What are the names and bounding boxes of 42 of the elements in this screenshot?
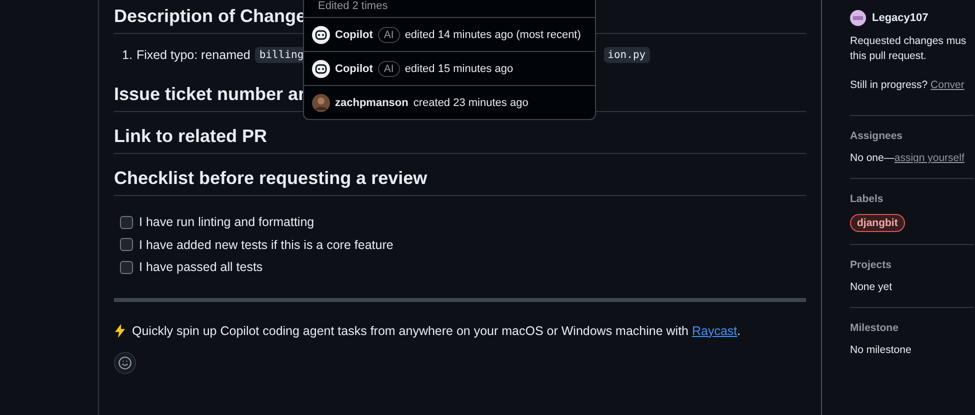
edit-time: edited 15 minutes ago	[404, 62, 514, 74]
author-name: zachpmanson	[335, 96, 408, 108]
review-note: this pull request.	[850, 49, 928, 64]
edit-time: created 23 minutes ago	[413, 96, 528, 108]
checklist-label: I have run linting and formatting	[139, 215, 314, 230]
ai-badge: AI	[378, 26, 400, 42]
checkbox[interactable]	[120, 216, 133, 229]
smiley-icon	[118, 356, 132, 370]
section-title: Assignees	[850, 130, 904, 142]
checklist-label: I have passed all tests	[139, 260, 263, 274]
list-text: Fixed typo: renamed	[136, 48, 250, 62]
reviewer-avatar	[850, 10, 866, 26]
robot-icon	[312, 60, 330, 78]
section-title: Projects	[850, 259, 892, 271]
label-tag[interactable]: djangbit	[850, 214, 905, 232]
robot-icon	[312, 26, 330, 44]
history-entry[interactable]: zachpmanson created 23 minutes ago	[304, 85, 595, 119]
checkbox[interactable]	[120, 238, 133, 252]
inline-code: ion.py	[604, 47, 650, 63]
assignee-value: No one—	[850, 152, 894, 164]
assign-link[interactable]: assign yourself	[894, 152, 964, 164]
section-value: None yet	[850, 280, 894, 295]
ai-badge: AI	[378, 60, 400, 76]
section-value: No milestone	[850, 343, 912, 358]
checkbox[interactable]	[120, 260, 133, 274]
section-heading: Checklist before requesting a review	[114, 168, 806, 196]
review-note: Requested changes mus	[850, 34, 968, 49]
section-title: Labels	[850, 193, 884, 205]
raycast-link[interactable]: Raycast	[692, 324, 738, 338]
section-heading: Link to related PR	[114, 126, 806, 154]
history-entry[interactable]: Copilot AI edited 15 minutes ago	[304, 51, 595, 85]
list-number: 1.	[122, 48, 132, 62]
add-reaction-button[interactable]	[114, 352, 136, 374]
promo-text: Quickly spin up Copilot coding agent tasks from anywhere on your macOS or Windows machine with Raycast.	[132, 324, 741, 338]
author-name: Copilot	[335, 62, 373, 74]
section-title: Milestone	[850, 322, 900, 334]
progress-question: Still in progress?	[850, 79, 928, 91]
reviewer-name: Legacy107	[872, 12, 928, 24]
user-avatar	[312, 94, 330, 112]
convert-link[interactable]: Conver	[930, 79, 964, 91]
lightning-icon	[114, 324, 126, 338]
checklist-label: I have added new tests if this is a core feature	[139, 238, 394, 252]
